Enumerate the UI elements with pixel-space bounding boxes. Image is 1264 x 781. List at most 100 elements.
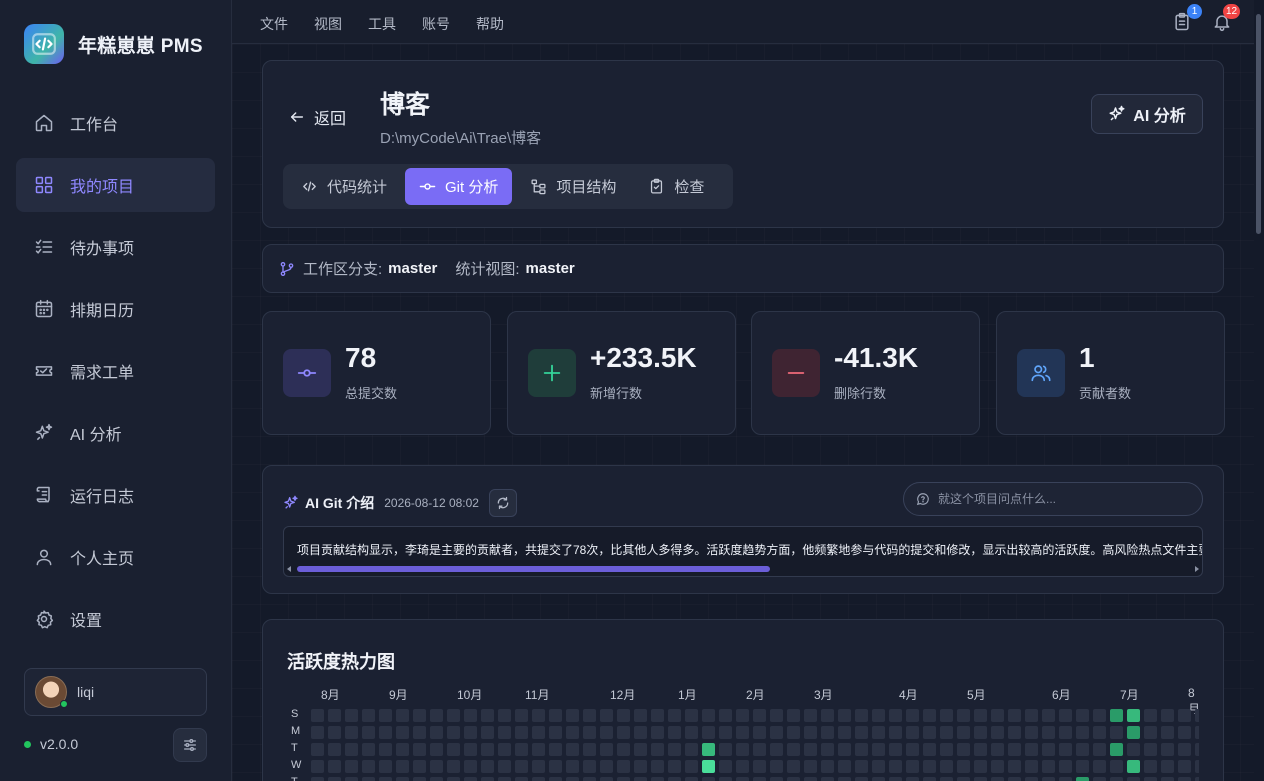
heatmap-cell[interactable] (430, 777, 443, 781)
heatmap-cell[interactable] (600, 777, 613, 781)
heatmap-cell[interactable] (1161, 743, 1174, 756)
heatmap-cell[interactable] (838, 760, 851, 773)
heatmap-cell[interactable] (804, 709, 817, 722)
heatmap-cell[interactable] (668, 777, 681, 781)
heatmap-cell[interactable] (736, 726, 749, 739)
heatmap-cell[interactable] (1178, 743, 1191, 756)
heatmap-cell[interactable] (311, 743, 324, 756)
heatmap-cell[interactable] (804, 726, 817, 739)
heatmap-cell[interactable] (413, 777, 426, 781)
heatmap-cell[interactable] (685, 726, 698, 739)
heatmap-cell[interactable] (430, 726, 443, 739)
heatmap-cell[interactable] (838, 743, 851, 756)
heatmap-cell[interactable] (1025, 726, 1038, 739)
heatmap-cell[interactable] (702, 726, 715, 739)
scrollbar-thumb[interactable] (297, 566, 770, 572)
heatmap-cell[interactable] (923, 709, 936, 722)
heatmap-cell[interactable] (1059, 777, 1072, 781)
heatmap-cell[interactable] (600, 726, 613, 739)
heatmap-cell[interactable] (770, 743, 783, 756)
heatmap-cell[interactable] (1042, 726, 1055, 739)
sidebar-item-my-projects[interactable]: 我的项目 (16, 158, 215, 212)
tab-project-structure[interactable]: 项目结构 (516, 168, 630, 205)
heatmap-cell[interactable] (872, 743, 885, 756)
sidebar-item-profile[interactable]: 个人主页 (16, 530, 215, 584)
heatmap-cell[interactable] (1059, 709, 1072, 722)
heatmap-cell[interactable] (1059, 743, 1072, 756)
heatmap-cell[interactable] (991, 709, 1004, 722)
heatmap-cell[interactable] (532, 726, 545, 739)
heatmap-cell[interactable] (770, 709, 783, 722)
heatmap-cell[interactable] (991, 760, 1004, 773)
heatmap-cell[interactable] (974, 743, 987, 756)
heatmap-cell[interactable] (787, 777, 800, 781)
heatmap-cell[interactable] (702, 777, 715, 781)
heatmap-cell[interactable] (328, 760, 341, 773)
heatmap-cell[interactable] (787, 743, 800, 756)
heatmap-cell[interactable] (889, 760, 902, 773)
heatmap-cell[interactable] (940, 726, 953, 739)
heatmap-cell[interactable] (1144, 760, 1157, 773)
heatmap-cell[interactable] (719, 777, 732, 781)
heatmap-cell[interactable] (1195, 709, 1199, 722)
heatmap-cell[interactable] (1093, 743, 1106, 756)
heatmap-cell[interactable] (957, 743, 970, 756)
heatmap-cell[interactable] (1059, 726, 1072, 739)
heatmap-cell[interactable] (1127, 760, 1140, 773)
heatmap-cell[interactable] (311, 726, 324, 739)
heatmap-cell[interactable] (957, 709, 970, 722)
back-button[interactable]: 返回 (289, 105, 346, 129)
heatmap-cell[interactable] (1042, 777, 1055, 781)
stats-view-value[interactable]: master (526, 260, 575, 277)
heatmap-cell[interactable] (906, 743, 919, 756)
heatmap-cell[interactable] (940, 709, 953, 722)
heatmap-cell[interactable] (634, 743, 647, 756)
heatmap-cell[interactable] (549, 709, 562, 722)
heatmap-cell[interactable] (634, 709, 647, 722)
heatmap-cell[interactable] (787, 709, 800, 722)
heatmap-cell[interactable] (1161, 726, 1174, 739)
heatmap-cell[interactable] (566, 760, 579, 773)
heatmap-cell[interactable] (549, 760, 562, 773)
heatmap-cell[interactable] (855, 777, 868, 781)
heatmap-cell[interactable] (651, 709, 664, 722)
heatmap-cell[interactable] (957, 777, 970, 781)
heatmap-cell[interactable] (379, 726, 392, 739)
heatmap-cell[interactable] (396, 709, 409, 722)
heatmap-cell[interactable] (855, 726, 868, 739)
sidebar-item-calendar[interactable]: 排期日历 (16, 282, 215, 336)
heatmap-cell[interactable] (1076, 743, 1089, 756)
heatmap-cell[interactable] (413, 743, 426, 756)
heatmap-cell[interactable] (736, 743, 749, 756)
heatmap-cell[interactable] (464, 743, 477, 756)
heatmap-cell[interactable] (889, 726, 902, 739)
heatmap-cell[interactable] (1042, 760, 1055, 773)
heatmap-cell[interactable] (498, 760, 511, 773)
heatmap-cell[interactable] (1178, 726, 1191, 739)
user-card[interactable]: liqi (24, 668, 207, 716)
heatmap-cell[interactable] (345, 709, 358, 722)
heatmap-cell[interactable] (719, 760, 732, 773)
heatmap-cell[interactable] (753, 743, 766, 756)
heatmap-cell[interactable] (991, 726, 1004, 739)
heatmap-cell[interactable] (940, 760, 953, 773)
heatmap-cell[interactable] (991, 743, 1004, 756)
heatmap-cell[interactable] (566, 726, 579, 739)
heatmap-cell[interactable] (566, 709, 579, 722)
heatmap-cell[interactable] (515, 743, 528, 756)
heatmap-cell[interactable] (447, 709, 460, 722)
heatmap-cell[interactable] (855, 709, 868, 722)
heatmap-cell[interactable] (940, 777, 953, 781)
heatmap-cell[interactable] (906, 709, 919, 722)
heatmap-cell[interactable] (1008, 709, 1021, 722)
heatmap-cell[interactable] (617, 726, 630, 739)
heatmap-cell[interactable] (923, 777, 936, 781)
notifications-button[interactable]: 12 (1212, 4, 1241, 32)
heatmap-cell[interactable] (1195, 777, 1199, 781)
heatmap-cell[interactable] (1127, 777, 1140, 781)
heatmap-cell[interactable] (685, 760, 698, 773)
heatmap-cell[interactable] (311, 777, 324, 781)
heatmap-cell[interactable] (1008, 760, 1021, 773)
heatmap-cell[interactable] (532, 777, 545, 781)
heatmap-cell[interactable] (821, 709, 834, 722)
